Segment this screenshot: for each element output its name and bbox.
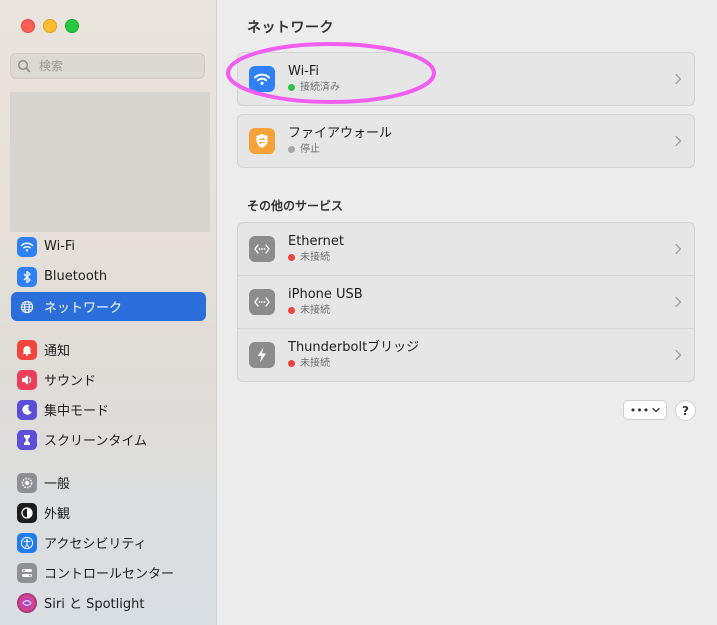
sidebar-item-label: 外観 [44,507,71,522]
status-dot [288,84,295,91]
row-status: 未接続 [288,304,363,318]
row-status: 接続済み [288,81,340,95]
main-pane: ネットワーク Wi-Fi 接続済み ファイアウォール 停止 その他のサービス E… [217,0,717,625]
sidebar-item-wifi[interactable]: Wi-Fi [11,232,206,261]
sidebar-item-label: スクリーンタイム [44,434,148,449]
services-card: Ethernet 未接続 iPhone USB 未接続 Thunderboltブ… [237,222,695,382]
ethernet-icon [249,236,275,262]
firewall-icon [249,128,275,154]
row-title: Wi-Fi [288,63,320,79]
network-row-wifi[interactable]: Wi-Fi 接続済み [238,53,694,105]
sidebar-item-focus[interactable]: 集中モード [11,395,206,424]
moon-icon [17,399,37,420]
sidebar-item-siri-spotlight[interactable]: Siri と Spotlight [11,588,206,617]
wifi-card: Wi-Fi 接続済み [237,52,695,106]
sidebar-item-label: 集中モード [44,404,110,419]
siri-icon [17,592,37,613]
row-title: iPhone USB [288,286,363,302]
page-title: ネットワーク [247,20,334,36]
status-text: 未接続 [300,251,330,263]
help-button[interactable]: ? [675,400,696,421]
sidebar-item-label: 一般 [44,477,71,492]
row-title: Thunderboltブリッジ [288,339,420,355]
search-icon [17,59,31,73]
status-text: 接続済み [300,81,340,93]
row-text: Thunderboltブリッジ 未接続 [288,340,419,371]
row-title: Ethernet [288,233,344,249]
window-controls [21,19,79,33]
globe-icon [17,296,37,317]
sidebar-item-screen-time[interactable]: スクリーンタイム [11,425,206,454]
chevron-right-icon [675,135,682,147]
minimize-window-button[interactable] [43,19,57,33]
row-status: 停止 [288,143,392,157]
sidebar-item-appearance[interactable]: 外観 [11,498,206,527]
wifi-icon [249,66,275,92]
sidebar-item-label: 通知 [44,344,71,359]
status-text: 停止 [300,143,320,155]
ethernet-icon [249,289,275,315]
sidebar-item-label: ネットワーク [44,301,123,316]
network-row-iphone-usb[interactable]: iPhone USB 未接続 [238,275,694,328]
row-title: ファイアウォール [288,125,393,141]
chevron-right-icon [675,349,682,361]
status-dot [288,360,295,367]
sidebar-item-accessibility[interactable]: アクセシビリティ [11,528,206,557]
speaker-icon [17,369,37,390]
sidebar-item-bluetooth[interactable]: Bluetooth [11,262,206,291]
status-dot [288,254,295,261]
accessibility-icon [17,532,37,553]
sidebar-item-label: Siri と Spotlight [44,597,145,612]
sidebar-item-label: コントロールセンター [44,567,175,582]
sidebar-item-label: サウンド [44,374,97,389]
sidebar-item-general[interactable]: 一般 [11,468,206,497]
firewall-card: ファイアウォール 停止 [237,114,695,168]
row-text: iPhone USB 未接続 [288,287,363,318]
settings-window: Wi-Fi Bluetooth ネットワーク 通知 サウンド [0,0,717,625]
sidebar-item-label: アクセシビリティ [44,537,147,552]
row-text: Wi-Fi 接続済み [288,64,340,95]
zoom-window-button[interactable] [65,19,79,33]
thunderbolt-icon [249,342,275,368]
section-title-other-services: その他のサービス [247,199,344,213]
sidebar: Wi-Fi Bluetooth ネットワーク 通知 サウンド [0,0,217,625]
chevron-right-icon [675,73,682,85]
profile-card[interactable] [10,92,210,232]
sidebar-item-control-center[interactable]: コントロールセンター [11,558,206,587]
row-text: Ethernet 未接続 [288,234,344,265]
status-text: 未接続 [300,357,330,369]
more-label: ••• [629,403,650,417]
control-center-icon [17,562,37,583]
close-window-button[interactable] [21,19,35,33]
row-status: 未接続 [288,251,344,265]
search-field[interactable] [10,53,205,79]
wifi-icon [17,236,37,257]
search-input[interactable] [37,58,201,74]
network-row-ethernet[interactable]: Ethernet 未接続 [238,223,694,275]
network-row-thunderbolt-bridge[interactable]: Thunderboltブリッジ 未接続 [238,328,694,381]
sidebar-item-label: Wi-Fi [44,239,76,254]
gear-icon [17,472,37,493]
row-text: ファイアウォール 停止 [288,126,392,157]
chevron-right-icon [675,243,682,255]
status-dot [288,146,295,153]
more-actions-button[interactable]: ••• [623,400,667,420]
network-row-firewall[interactable]: ファイアウォール 停止 [238,115,694,167]
chevron-right-icon [675,296,682,308]
sidebar-item-network[interactable]: ネットワーク [11,292,206,321]
sidebar-item-label: Bluetooth [44,269,108,284]
appearance-icon [17,502,37,523]
status-dot [288,307,295,314]
bell-icon [17,339,37,360]
status-text: 未接続 [300,304,330,316]
chevron-down-icon [652,407,660,413]
hourglass-icon [17,429,37,450]
bluetooth-icon [17,266,37,287]
sidebar-item-sound[interactable]: サウンド [11,365,206,394]
sidebar-item-notifications[interactable]: 通知 [11,335,206,364]
row-status: 未接続 [288,357,419,371]
